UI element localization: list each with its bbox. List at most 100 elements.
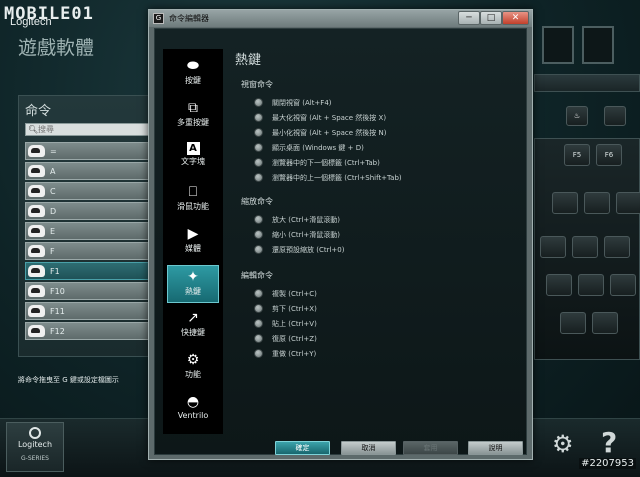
option-label: 復原 (Ctrl+Z) <box>272 334 317 343</box>
category-keys[interactable]: ⬬ 按鍵 <box>167 55 219 93</box>
radio-button[interactable] <box>254 173 263 182</box>
command-item[interactable]: D <box>25 202 149 220</box>
radio-button[interactable] <box>254 230 263 239</box>
maximize-button[interactable]: □ <box>480 11 502 25</box>
profile-slot[interactable] <box>542 26 574 64</box>
command-item[interactable]: F10 <box>25 282 149 300</box>
category-media[interactable]: ▶ 媒體 <box>167 223 219 261</box>
radio-button[interactable] <box>254 143 263 152</box>
radio-button[interactable] <box>254 334 263 343</box>
keyboard-key[interactable] <box>540 236 566 258</box>
radio-button[interactable] <box>254 289 263 298</box>
cancel-button[interactable]: 取消 <box>341 441 396 455</box>
radio-button[interactable] <box>254 319 263 328</box>
option-label: 縮小 (Ctrl+滑鼠滾動) <box>272 230 341 239</box>
shortcut-arrow-icon: ↗ <box>187 310 199 326</box>
app-icon: G <box>153 13 164 24</box>
radio-option[interactable]: 瀏覽器中的下一個標籤 (Ctrl+Tab) <box>241 155 402 170</box>
radio-option[interactable]: 複製 (Ctrl+C) <box>241 286 317 301</box>
command-item[interactable]: A <box>25 162 149 180</box>
multikey-icon: ⧉ <box>188 100 198 116</box>
key-icon <box>28 325 45 337</box>
keyboard-key[interactable] <box>604 106 626 126</box>
search-box[interactable]: 🔍︎ <box>25 123 149 136</box>
keyboard-key[interactable] <box>552 192 578 214</box>
radio-option[interactable]: 瀏覽器中的上一個標籤 (Ctrl+Shift+Tab) <box>241 170 402 185</box>
command-item[interactable]: F11 <box>25 302 149 320</box>
keyboard-key[interactable] <box>572 236 598 258</box>
radio-button[interactable] <box>254 128 263 137</box>
drag-hint-text: 將命令拖曳至 G 鍵或設定檔圖示 <box>18 376 119 384</box>
command-item[interactable]: = <box>25 142 149 160</box>
search-input[interactable] <box>38 124 146 135</box>
keyboard-key-f6[interactable]: F6 <box>596 144 622 166</box>
keyboard-key-f5[interactable]: F5 <box>564 144 590 166</box>
section-title: 視窗命令 <box>241 80 273 89</box>
command-item-label: F <box>50 246 55 256</box>
ok-button[interactable]: 確定 <box>275 441 330 455</box>
logitech-badge: Logitech G-SERIES <box>6 422 64 472</box>
radio-button[interactable] <box>254 245 263 254</box>
radio-button[interactable] <box>254 304 263 313</box>
radio-button[interactable] <box>254 215 263 224</box>
radio-button[interactable] <box>254 349 263 358</box>
command-item[interactable]: C <box>25 182 149 200</box>
radio-button[interactable] <box>254 113 263 122</box>
command-list: = A C D E F F1 F10 F11 F12 <box>25 142 149 342</box>
keyboard-key[interactable] <box>578 274 604 296</box>
dialog-titlebar[interactable]: G 命令編輯器 ─ □ ✕ <box>149 10 532 27</box>
radio-option[interactable]: 縮小 (Ctrl+滑鼠滾動) <box>241 227 344 242</box>
category-label: 文字塊 <box>181 157 205 166</box>
category-hotkey[interactable]: ✦ 熱鍵 <box>167 265 219 303</box>
keyboard-key[interactable] <box>610 274 636 296</box>
radio-option[interactable]: 復原 (Ctrl+Z) <box>241 331 317 346</box>
option-label: 顯示桌面 (Windows 鍵 + D) <box>272 143 364 152</box>
option-label: 剪下 (Ctrl+X) <box>272 304 317 313</box>
key-icon <box>28 165 45 177</box>
category-function[interactable]: ⚙ 功能 <box>167 349 219 387</box>
apply-button[interactable]: 套用 <box>403 441 458 455</box>
dialog-title: 命令編輯器 <box>169 14 209 23</box>
command-item-selected[interactable]: F1 <box>25 262 149 280</box>
radio-button[interactable] <box>254 158 263 167</box>
category-mouse[interactable]: ⎕ 滑鼠功能 <box>167 181 219 219</box>
category-ventrilo[interactable]: ◓ Ventrilo <box>167 391 219 429</box>
headset-icon: ◓ <box>186 394 200 410</box>
radio-option[interactable]: 最大化視窗 (Alt + Space 然後按 X) <box>241 110 402 125</box>
radio-option[interactable]: 顯示桌面 (Windows 鍵 + D) <box>241 140 402 155</box>
category-text-block[interactable]: A 文字塊 <box>167 139 219 177</box>
command-editor-dialog: G 命令編輯器 ─ □ ✕ ⬬ 按鍵 ⧉ 多重按鍵 A 文字塊 ⎕ 滑鼠功能 ▶… <box>148 9 533 460</box>
keyboard-key[interactable] <box>546 274 572 296</box>
radio-option[interactable]: 關閉視窗 (Alt+F4) <box>241 95 402 110</box>
keyboard-key[interactable] <box>604 236 630 258</box>
radio-option[interactable]: 重做 (Ctrl+Y) <box>241 346 317 361</box>
keyboard-key[interactable]: ♨ <box>566 106 588 126</box>
option-label: 複製 (Ctrl+C) <box>272 289 317 298</box>
keyboard-key[interactable] <box>592 312 618 334</box>
radio-option[interactable]: 最小化視窗 (Alt + Space 然後按 N) <box>241 125 402 140</box>
gear-icon[interactable]: ⚙ <box>552 430 574 458</box>
radio-option[interactable]: 還原預設縮放 (Ctrl+0) <box>241 242 344 257</box>
help-icon[interactable]: ? <box>601 426 617 459</box>
close-button[interactable]: ✕ <box>502 11 529 25</box>
radio-option[interactable]: 貼上 (Ctrl+V) <box>241 316 317 331</box>
profile-slot[interactable] <box>582 26 614 64</box>
keyboard-key[interactable] <box>560 312 586 334</box>
command-item[interactable]: F12 <box>25 322 149 340</box>
option-label: 重做 (Ctrl+Y) <box>272 349 317 358</box>
help-button[interactable]: 說明 <box>468 441 523 455</box>
radio-option[interactable]: 放大 (Ctrl+滑鼠滾動) <box>241 212 344 227</box>
minimize-button[interactable]: ─ <box>458 11 480 25</box>
media-play-icon: ▶ <box>187 226 199 242</box>
category-shortcut[interactable]: ↗ 快捷鍵 <box>167 307 219 345</box>
keyboard-key[interactable] <box>584 192 610 214</box>
category-multikey[interactable]: ⧉ 多重按鍵 <box>167 97 219 135</box>
keyboard-key[interactable] <box>616 192 640 214</box>
command-item[interactable]: F <box>25 242 149 260</box>
radio-button[interactable] <box>254 98 263 107</box>
key-icon <box>28 305 45 317</box>
watermark: #2207953 <box>579 458 636 469</box>
radio-option[interactable]: 剪下 (Ctrl+X) <box>241 301 317 316</box>
command-item[interactable]: E <box>25 222 149 240</box>
dialog-button-row: 確定 取消 套用 說明 <box>275 441 525 455</box>
